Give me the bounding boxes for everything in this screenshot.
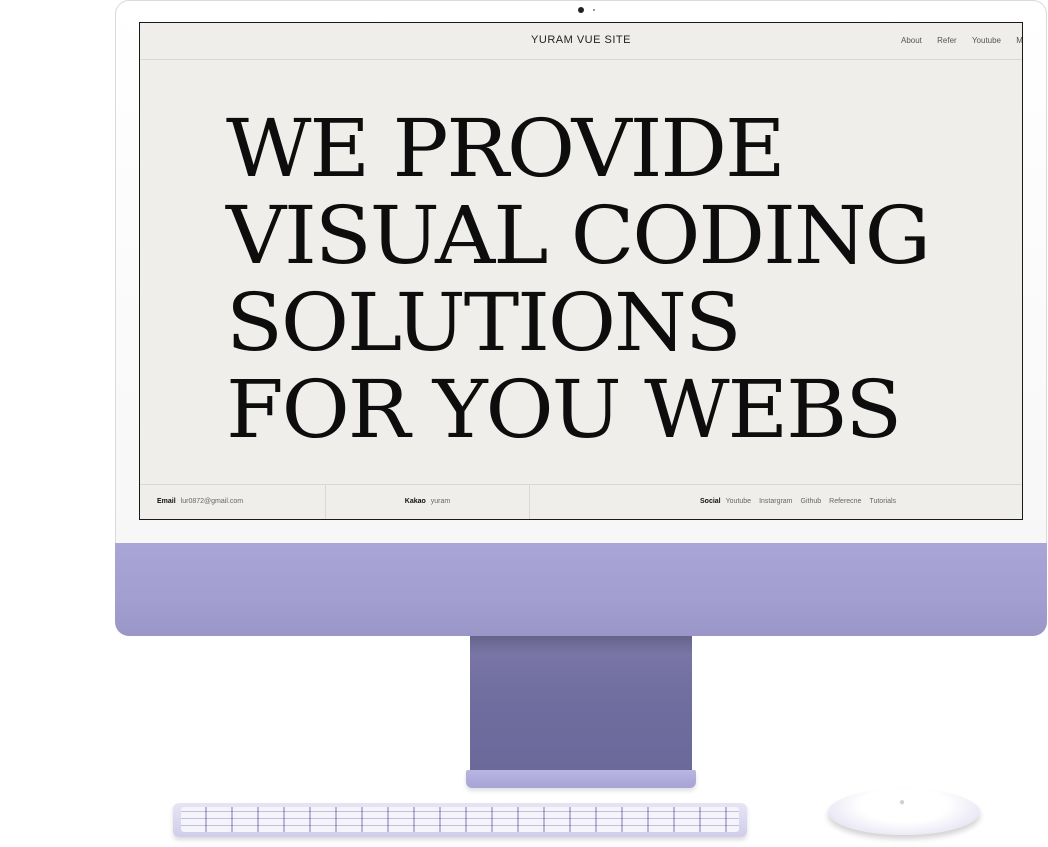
imac-stand-foot <box>466 770 696 788</box>
hero-line-2: VISUAL CODING <box>226 189 931 282</box>
nav-link-refer[interactable]: Refer <box>937 36 957 45</box>
imac-stand-shadow <box>470 636 692 654</box>
keyboard <box>173 803 747 837</box>
social-link-tutorials[interactable]: Tutorials <box>869 498 896 505</box>
site-title[interactable]: YURAM VUE SITE <box>140 34 1022 46</box>
footer-kakao: Kakao yuram <box>326 485 530 519</box>
camera-icon <box>578 7 584 13</box>
email-label: Email <box>157 498 176 505</box>
email-link[interactable]: lur0872@gmail.com <box>181 498 243 505</box>
social-link-youtube[interactable]: Youtube <box>726 498 751 505</box>
keyboard-keys <box>181 807 739 832</box>
kakao-label: Kakao <box>404 498 426 505</box>
footer-social: Social Youtube Instargram Github Referecne Tu… <box>700 485 1020 519</box>
camera-indicator-icon <box>593 9 595 11</box>
imac-stand <box>470 636 692 776</box>
site-footer: Email lur0872@gmail.com Kakao yuram Social… <box>140 484 1022 519</box>
social-label: Social <box>700 498 721 505</box>
hero-line-3: SOLUTIONS <box>226 276 742 369</box>
apple-logo-icon: ● <box>899 797 906 808</box>
hero-line-4: FOR YOU WEBS <box>226 363 902 456</box>
kakao-id[interactable]: yuram <box>431 498 450 505</box>
hero-heading: WE PROVIDE VISUAL CODING SOLUTIONS FOR Y… <box>226 102 931 456</box>
nav-link-youtube[interactable]: Youtube <box>972 36 1001 45</box>
social-link-instagram[interactable]: Instargram <box>759 498 792 505</box>
magic-mouse <box>828 789 980 835</box>
social-link-github[interactable]: Github <box>801 498 822 505</box>
website-screen: YURAM VUE SITE About Refer Youtube M WE … <box>139 22 1023 520</box>
nav-link-about[interactable]: About <box>901 36 922 45</box>
footer-email: Email lur0872@gmail.com <box>140 485 326 519</box>
site-header: YURAM VUE SITE About Refer Youtube M <box>140 23 1022 60</box>
nav-link-more[interactable]: M <box>1016 36 1022 45</box>
social-link-reference[interactable]: Referecne <box>829 498 861 505</box>
imac-mockup-scene: YURAM VUE SITE About Refer Youtube M WE … <box>0 0 1048 847</box>
imac-chin <box>115 543 1047 636</box>
hero-line-1: WE PROVIDE <box>226 102 786 195</box>
site-nav: About Refer Youtube M <box>901 36 1022 45</box>
